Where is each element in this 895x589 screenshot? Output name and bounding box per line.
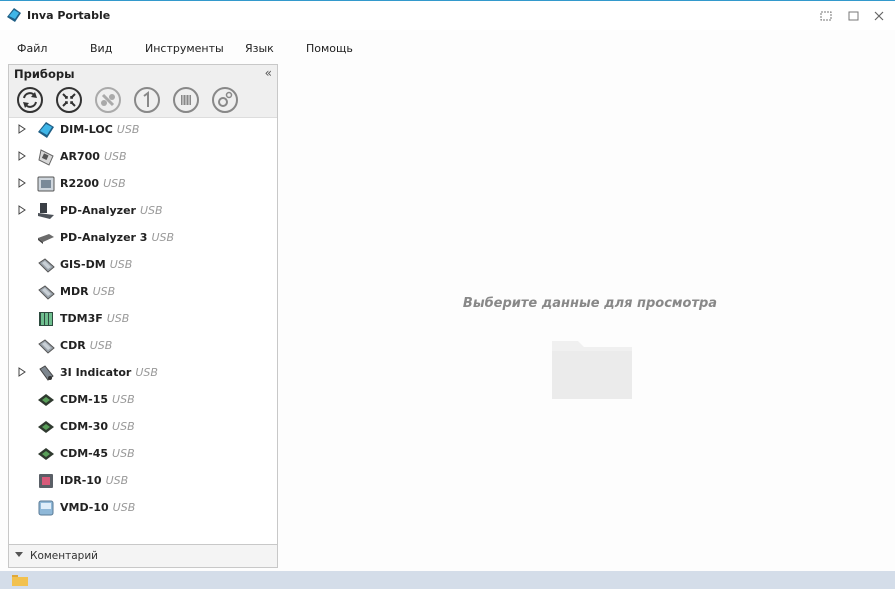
ar700-icon bbox=[38, 149, 54, 166]
tree-item-cdr[interactable]: CDR USB bbox=[9, 335, 277, 357]
connection-type: USB bbox=[151, 231, 175, 244]
status-folder-icon bbox=[12, 575, 28, 586]
close-button[interactable] bbox=[871, 9, 887, 23]
restore-button[interactable] bbox=[818, 9, 834, 23]
expand-arrow-icon[interactable] bbox=[17, 178, 27, 188]
connection-type: USB bbox=[109, 258, 133, 271]
status-bar bbox=[0, 571, 895, 589]
restore-icon bbox=[820, 11, 832, 21]
mdr-icon bbox=[38, 285, 55, 300]
device-name: VMD-10 bbox=[60, 501, 109, 514]
device-name: PD-Analyzer bbox=[60, 204, 136, 217]
cdm-15-icon bbox=[38, 394, 54, 406]
device-name: MDR bbox=[60, 285, 89, 298]
cdr-icon bbox=[38, 339, 55, 354]
device-name: TDM3F bbox=[60, 312, 103, 325]
pd-analyzer-icon bbox=[38, 203, 54, 219]
menu-language[interactable]: Язык bbox=[245, 42, 274, 55]
cdm-45-icon bbox=[38, 448, 54, 460]
menu-help[interactable]: Помощь bbox=[306, 42, 353, 55]
tree-item-pd-analyzer[interactable]: PD-Analyzer USB bbox=[9, 200, 277, 222]
tree-item-cdm-15[interactable]: CDM-15 USB bbox=[9, 389, 277, 411]
maximize-icon bbox=[848, 11, 858, 21]
tree-item-r2200[interactable]: R2200 USB bbox=[9, 173, 277, 195]
app-logo-icon bbox=[7, 8, 21, 22]
tree-item-cdm-30[interactable]: CDM-30 USB bbox=[9, 416, 277, 438]
device-name: CDM-30 bbox=[60, 420, 109, 433]
device-name: R2200 bbox=[60, 177, 100, 190]
vmd-10-icon bbox=[38, 500, 54, 516]
pd-analyzer3-icon bbox=[38, 234, 54, 244]
connect-icon[interactable] bbox=[94, 86, 122, 114]
chevron-down-icon bbox=[15, 552, 23, 557]
connection-type: USB bbox=[105, 474, 129, 487]
info-icon[interactable] bbox=[133, 86, 161, 114]
connection-type: USB bbox=[106, 312, 130, 325]
settings-icon[interactable] bbox=[211, 86, 239, 114]
tdm3f-icon bbox=[39, 312, 53, 326]
connection-type: USB bbox=[103, 177, 126, 190]
tree-item-tdm3f[interactable]: TDM3F USB bbox=[9, 308, 277, 330]
collapse-all-icon[interactable] bbox=[55, 86, 83, 114]
folder-icon bbox=[552, 341, 632, 399]
menu-file[interactable]: Файл bbox=[17, 42, 47, 55]
tree-item-ar700[interactable]: AR700 USB bbox=[9, 146, 277, 168]
maximize-button[interactable] bbox=[845, 9, 861, 23]
comment-section-toggle[interactable]: Коментарий bbox=[9, 544, 277, 567]
idr-10-icon bbox=[39, 474, 53, 488]
device-name: PD-Analyzer 3 bbox=[60, 231, 148, 244]
cdm-30-icon bbox=[38, 421, 54, 433]
device-memory-icon[interactable] bbox=[172, 86, 200, 114]
device-name: 3I Indicator bbox=[60, 366, 132, 379]
device-name: AR700 bbox=[60, 150, 100, 163]
devices-panel: Приборы « DIM-LOC USB AR700 USB R2200 US… bbox=[8, 64, 278, 568]
connection-type: USB bbox=[139, 204, 163, 217]
connection-type: USB bbox=[112, 447, 135, 460]
connection-type: USB bbox=[116, 123, 140, 136]
window-title: Inva Portable bbox=[27, 9, 111, 22]
expand-arrow-icon[interactable] bbox=[17, 367, 27, 377]
3i-indicator-icon bbox=[39, 365, 54, 381]
connection-type: USB bbox=[92, 285, 116, 298]
device-name: GIS-DM bbox=[60, 258, 106, 271]
tree-item-idr-10[interactable]: IDR-10 USB bbox=[9, 470, 277, 492]
dim-loc-icon bbox=[38, 122, 54, 138]
tree-item-pd-analyzer-3[interactable]: PD-Analyzer 3 USB bbox=[9, 227, 277, 249]
device-name: DIM-LOC bbox=[60, 123, 113, 136]
tree-item-cdm-45[interactable]: CDM-45 USB bbox=[9, 443, 277, 465]
menu-bar: Файл Вид Инструменты Язык Помощь bbox=[0, 38, 895, 58]
connection-type: USB bbox=[112, 393, 135, 406]
tree-item-dim-loc[interactable]: DIM-LOC USB bbox=[9, 119, 277, 141]
tree-item-mdr[interactable]: MDR USB bbox=[9, 281, 277, 303]
close-icon bbox=[874, 11, 884, 21]
menu-view[interactable]: Вид bbox=[90, 42, 112, 55]
gis-dm-icon bbox=[38, 258, 55, 273]
expand-arrow-icon[interactable] bbox=[17, 205, 27, 215]
devices-toolbar bbox=[9, 83, 277, 118]
connection-type: USB bbox=[112, 420, 135, 433]
device-name: CDM-15 bbox=[60, 393, 109, 406]
tree-item-3i-indicator[interactable]: 3I Indicator USB bbox=[9, 362, 277, 384]
expand-arrow-icon[interactable] bbox=[17, 151, 27, 161]
devices-panel-header: Приборы « bbox=[9, 65, 277, 83]
tree-item-vmd-10[interactable]: VMD-10 USB bbox=[9, 497, 277, 519]
device-name: CDM-45 bbox=[60, 447, 109, 460]
r2200-icon bbox=[37, 176, 55, 192]
device-name: IDR-10 bbox=[60, 474, 102, 487]
connection-type: USB bbox=[112, 501, 136, 514]
refresh-icon[interactable] bbox=[16, 86, 44, 114]
device-name: CDR bbox=[60, 339, 86, 352]
comment-label: Коментарий bbox=[30, 550, 98, 562]
menu-tools[interactable]: Инструменты bbox=[145, 42, 224, 55]
expand-arrow-icon[interactable] bbox=[17, 124, 27, 134]
collapse-panel-button[interactable]: « bbox=[265, 66, 272, 80]
tree-item-gis-dm[interactable]: GIS-DM USB bbox=[9, 254, 277, 276]
connection-type: USB bbox=[135, 366, 158, 379]
title-bar: Inva Portable bbox=[0, 0, 895, 30]
connection-type: USB bbox=[89, 339, 113, 352]
devices-panel-title: Приборы bbox=[14, 67, 75, 81]
connection-type: USB bbox=[103, 150, 127, 163]
empty-state-message: Выберите данные для просмотра bbox=[462, 296, 718, 311]
